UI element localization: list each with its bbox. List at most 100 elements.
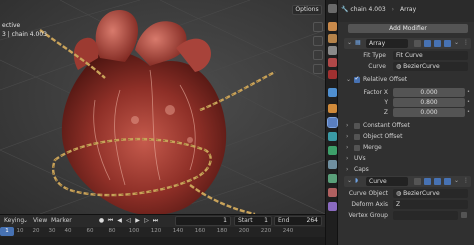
dropdown-chevron-icon[interactable]: ⌄	[454, 177, 459, 184]
heart-model[interactable]	[61, 10, 227, 214]
frame-tick: 20	[32, 228, 40, 234]
collapse-chevron-icon[interactable]: ⌄	[347, 39, 352, 46]
frame-tick: 30	[48, 228, 56, 234]
viewport-display-icon[interactable]	[434, 40, 441, 47]
factor-y-field[interactable]: 0.800	[393, 98, 465, 107]
curve-modifier-name-field[interactable]: Curve	[366, 177, 408, 186]
grid-view-icon[interactable]	[313, 64, 323, 74]
prev-keyframe-icon[interactable]: ◀	[116, 217, 123, 225]
relative-offset-checkbox[interactable]	[354, 75, 360, 83]
play-reverse-icon[interactable]: ◁	[125, 217, 132, 225]
physics-tab-icon[interactable]	[328, 146, 337, 155]
marker-menu[interactable]: Marker	[51, 217, 72, 224]
output-tab-icon[interactable]	[328, 34, 337, 43]
factor-x-field[interactable]: 0.000	[393, 88, 465, 97]
expand-chevron-icon[interactable]: ›	[346, 166, 348, 173]
object-offset-checkbox[interactable]	[354, 134, 360, 140]
frame-ruler[interactable]: 10 20 30 40 60 80 100 120 140 160 180 20…	[0, 228, 325, 236]
relative-offset-label: Relative Offset	[363, 76, 408, 83]
chevron-right-icon: ›	[391, 6, 395, 13]
factor-z-label: Z	[383, 109, 388, 116]
options-button[interactable]: Options	[292, 5, 322, 15]
view-layer-tab-icon[interactable]	[328, 46, 337, 55]
particles-tab-icon[interactable]	[328, 132, 337, 141]
dropdown-chevron-icon[interactable]: ⌄	[454, 39, 459, 46]
object-offset-label: Object Offset	[363, 133, 403, 140]
vertex-group-field[interactable]	[393, 211, 458, 220]
properties-tab-bar	[325, 0, 338, 245]
modifier-tab-icon[interactable]	[327, 117, 338, 128]
timeline-editor[interactable]: Keying ⌄ View Marker ● ⏮ ◀ ◁ ▶ ▷ ⏭ 1 Sta…	[0, 214, 325, 245]
array-modifier-name-field[interactable]: Array	[366, 39, 408, 48]
move-view-icon[interactable]	[313, 36, 323, 46]
viewport-mode-label: ective	[2, 22, 21, 29]
texture-tab-icon[interactable]	[328, 202, 337, 211]
frame-tick: 180	[216, 228, 228, 234]
frame-tick: 80	[108, 228, 116, 234]
keyframe-dot-icon[interactable]: •	[467, 89, 470, 95]
next-keyframe-icon[interactable]: ▷	[143, 217, 150, 225]
edit-mode-icon[interactable]	[424, 178, 431, 185]
keyframe-dot-icon[interactable]: •	[467, 109, 470, 115]
edit-mode-icon[interactable]	[424, 40, 431, 47]
jump-start-icon[interactable]: ⏮	[107, 217, 114, 225]
breadcrumb-modifier: Array	[400, 6, 417, 13]
merge-checkbox[interactable]	[354, 145, 360, 151]
world-tab-icon[interactable]	[328, 70, 337, 79]
render-tab-icon[interactable]	[328, 22, 337, 31]
object-tab-icon[interactable]	[328, 104, 337, 113]
camera-view-icon[interactable]	[313, 50, 323, 60]
scene-tab-icon[interactable]	[328, 58, 337, 67]
keyframe-dot-icon[interactable]: •	[467, 99, 470, 105]
drag-handle-icon[interactable]: ⋮	[463, 39, 469, 46]
caps-label[interactable]: Caps	[354, 166, 369, 173]
curve-object-field[interactable]: ◍ BezierCurve	[393, 189, 468, 198]
expand-chevron-icon[interactable]: ›	[346, 133, 348, 140]
viewport-display-icon[interactable]	[434, 178, 441, 185]
render-display-icon[interactable]	[444, 178, 451, 185]
frame-tick: 10	[16, 228, 24, 234]
current-frame-field[interactable]: 1	[175, 216, 231, 226]
curve-modifier-header[interactable]: ⌄ ◗ Curve ⌄ ⋮	[344, 176, 471, 187]
edit-cage-icon[interactable]	[414, 40, 421, 47]
expand-chevron-icon[interactable]: ›	[346, 155, 348, 162]
tool-tab-icon[interactable]	[328, 4, 337, 13]
keying-menu[interactable]: Keying	[4, 217, 24, 224]
fit-type-dropdown[interactable]: Fit Curve	[393, 51, 468, 60]
expand-chevron-icon[interactable]: ›	[346, 122, 348, 129]
view-tool-icon[interactable]	[313, 22, 323, 32]
render-display-icon[interactable]	[444, 40, 451, 47]
add-modifier-button[interactable]: Add Modifier	[348, 24, 468, 33]
end-frame-field[interactable]: End 264	[274, 216, 322, 226]
viewport-scene	[0, 0, 325, 214]
deform-axis-dropdown[interactable]: Z	[393, 200, 468, 209]
3d-viewport[interactable]: ective 3 | chain 4.003 Options	[0, 0, 325, 214]
keyframe-track[interactable]	[0, 237, 325, 245]
invert-vertex-group-icon[interactable]	[461, 212, 467, 218]
view-menu[interactable]: View	[33, 217, 47, 224]
jump-end-icon[interactable]: ⏭	[152, 217, 159, 225]
expand-chevron-icon[interactable]: ⌄	[346, 76, 351, 83]
constraints-tab-icon[interactable]	[328, 160, 337, 169]
drag-handle-icon[interactable]: ⋮	[463, 177, 469, 184]
properties-editor[interactable]: 🔧 chain 4.003 › Array Add Modifier ⌄ ▦ A…	[338, 0, 474, 245]
wrench-icon: 🔧	[341, 6, 349, 13]
factor-z-field[interactable]: 0.000	[393, 108, 465, 117]
collapse-chevron-icon[interactable]: ⌄	[347, 177, 352, 184]
start-frame-field[interactable]: Start 1	[234, 216, 272, 226]
material-tab-icon[interactable]	[328, 188, 337, 197]
curve-object-field[interactable]: ◍ BezierCurve	[393, 62, 468, 71]
edit-cage-icon[interactable]	[414, 178, 421, 185]
expand-chevron-icon[interactable]: ›	[346, 144, 348, 151]
record-icon[interactable]: ●	[98, 217, 105, 225]
frame-tick: 160	[194, 228, 206, 234]
playback-controls: ● ⏮ ◀ ◁ ▶ ▷ ⏭	[98, 217, 159, 225]
array-modifier-header[interactable]: ⌄ ▦ Array ⌄ ⋮	[344, 38, 471, 49]
data-tab-icon[interactable]	[328, 174, 337, 183]
uvs-label[interactable]: UVs	[354, 155, 366, 162]
play-icon[interactable]: ▶	[134, 217, 141, 225]
frame-tick: 200	[238, 228, 250, 234]
collection-tab-icon[interactable]	[328, 88, 337, 97]
constant-offset-checkbox[interactable]	[354, 123, 360, 129]
chevron-down-icon[interactable]: ⌄	[23, 217, 28, 224]
